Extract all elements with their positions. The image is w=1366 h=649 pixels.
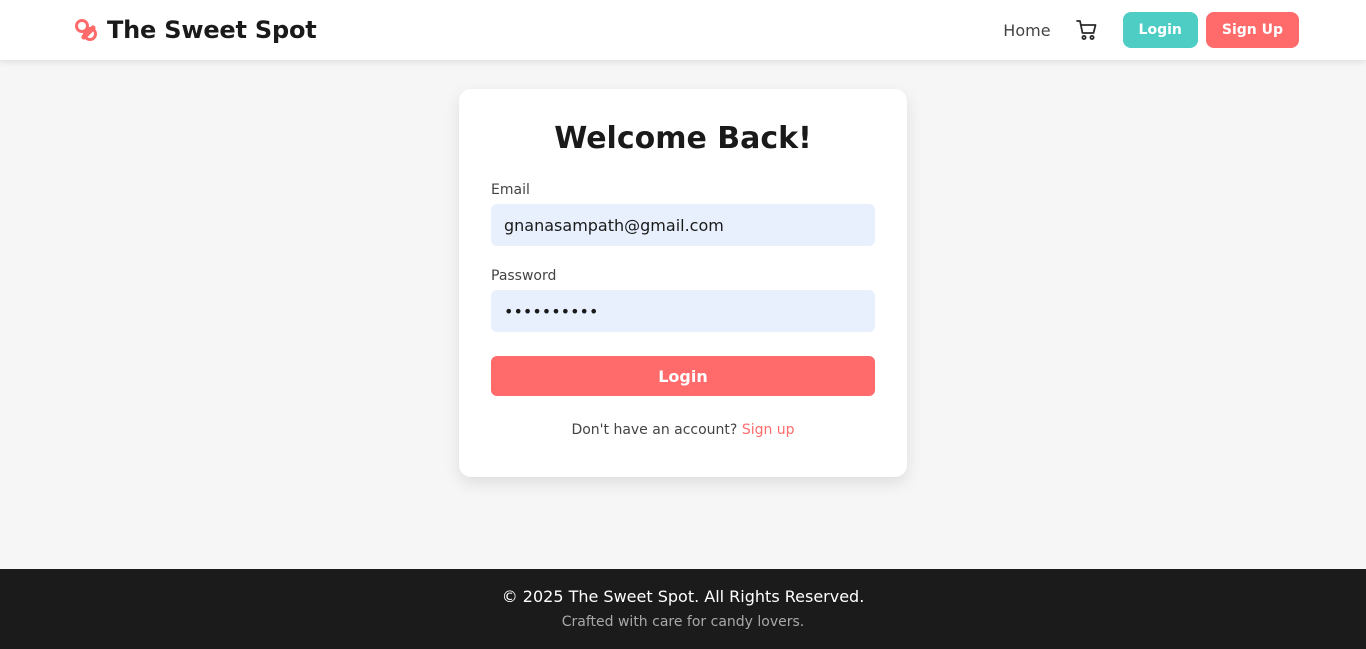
footer-tagline: Crafted with care for candy lovers. <box>561 614 805 630</box>
password-label: Password <box>491 268 557 284</box>
signup-link[interactable]: Sign up <box>742 422 795 438</box>
brand[interactable]: The Sweet Spot <box>73 16 317 44</box>
cart-icon[interactable] <box>1075 18 1099 42</box>
candy-icon <box>73 17 99 43</box>
nav-signup-button[interactable]: Sign Up <box>1205 12 1299 48</box>
signup-prompt-text: Don't have an account? <box>571 422 742 438</box>
footer-copyright: © 2025 The Sweet Spot. All Rights Reserv… <box>501 587 865 606</box>
nav-home-link[interactable]: Home <box>1003 21 1050 40</box>
login-submit-button[interactable]: Login <box>491 356 875 396</box>
email-group: Email <box>491 182 875 246</box>
email-label: Email <box>491 182 530 198</box>
footer: © 2025 The Sweet Spot. All Rights Reserv… <box>0 569 1366 649</box>
brand-title: The Sweet Spot <box>107 16 317 44</box>
signup-prompt: Don't have an account? Sign up <box>491 422 875 438</box>
nav-right: Home Login Sign Up <box>1003 12 1299 48</box>
login-card: Welcome Back! Email Password Login Don't… <box>459 89 907 477</box>
email-field[interactable] <box>491 204 875 246</box>
nav-login-button[interactable]: Login <box>1122 12 1198 48</box>
page-title: Welcome Back! <box>554 121 812 156</box>
navbar: The Sweet Spot Home Login Sign Up <box>0 0 1366 60</box>
password-group: Password <box>491 268 875 332</box>
password-field[interactable] <box>491 290 875 332</box>
